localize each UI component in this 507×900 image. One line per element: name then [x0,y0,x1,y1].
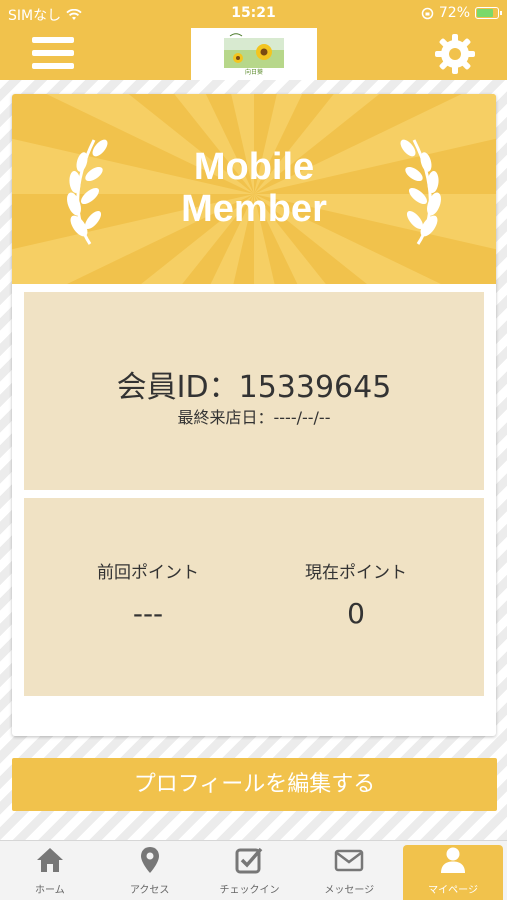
member-id: 会員ID：15339645 [116,370,392,405]
current-points-label: 現在ポイント [305,563,407,583]
tab-home-label: ホーム [35,885,65,896]
points-panel: 前回ポイント --- 現在ポイント 0 [24,498,484,696]
sunflower-logo-image: 向日葵 [224,33,284,76]
orientation-lock-icon [421,7,434,19]
gear-icon[interactable] [433,32,477,76]
tab-message-label: メッセージ [324,885,375,896]
edit-profile-button[interactable]: プロフィールを編集する [12,758,497,811]
shop-logo[interactable]: 向日葵 [191,28,317,80]
mobile-member-banner: Mobile Member [12,94,496,284]
member-id-panel: 会員ID：15339645 最終来店日：----/--/-- [24,292,484,490]
header-bar: 向日葵 [0,28,507,80]
tab-access-label: アクセス [129,885,170,896]
bottom-tab-bar: ホーム アクセス チェックイン メッセージ マイページ [0,840,507,900]
battery-icon [475,7,502,19]
previous-points: 前回ポイント --- [48,558,248,630]
hamburger-icon[interactable] [32,36,74,70]
location-pin-icon [140,847,159,873]
previous-points-label: 前回ポイント [97,563,199,583]
status-bar: SIMなし 15:21 72% [0,0,507,28]
laurel-right-icon [400,139,441,245]
current-points-value: 0 [347,597,365,630]
last-visit-date: 最終来店日：----/--/-- [177,408,331,427]
checkbox-icon [235,847,263,874]
tab-checkin-label: チェックイン [219,885,280,896]
member-card: Mobile Member 会員ID：15339645 最終来店日：----/-… [12,94,496,736]
tab-access[interactable]: アクセス [100,841,200,900]
logo-text: 向日葵 [245,68,263,76]
home-icon [36,848,63,872]
tab-message[interactable]: メッセージ [299,841,399,900]
user-icon [441,847,466,873]
current-points: 現在ポイント 0 [256,558,456,630]
envelope-icon [335,849,364,872]
tab-mypage-label: マイページ [428,885,478,896]
battery-percent: 72% [438,5,470,21]
status-right: 72% [421,5,502,21]
previous-points-value: --- [132,597,164,630]
tab-checkin[interactable]: チェックイン [200,841,300,900]
tab-home[interactable]: ホーム [0,841,100,900]
tab-mypage[interactable]: マイページ [403,845,503,900]
